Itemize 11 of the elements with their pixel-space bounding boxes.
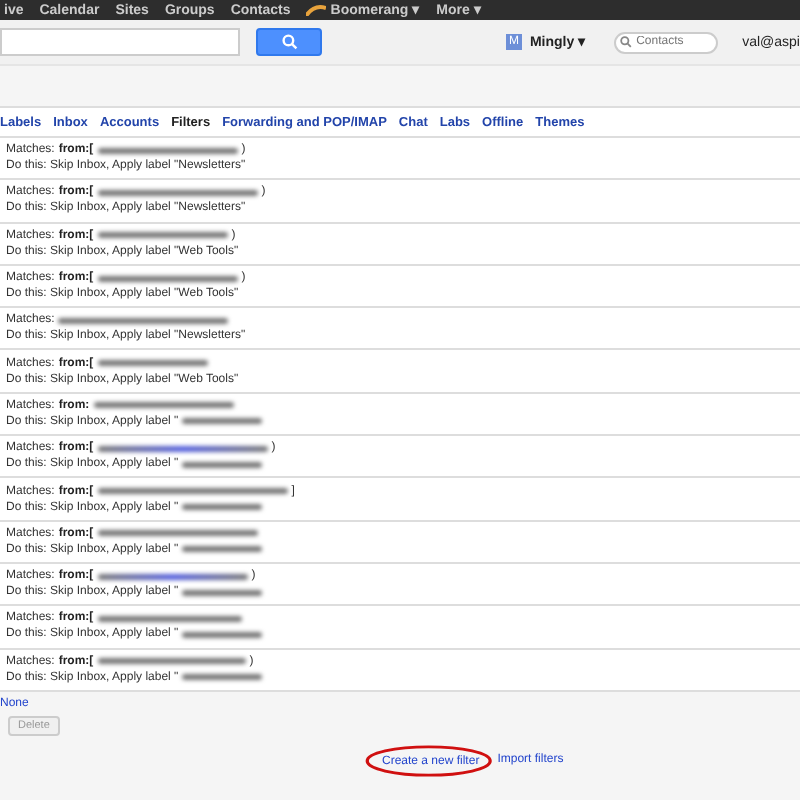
search-icon <box>281 34 297 50</box>
search-button[interactable] <box>256 28 322 56</box>
redaction-mark <box>93 402 234 409</box>
search-icon <box>620 36 633 48</box>
swoosh-icon <box>306 4 327 16</box>
redaction-mark <box>97 232 228 239</box>
annotation-circle <box>364 743 494 778</box>
redaction-mark <box>97 147 238 154</box>
redaction-mark <box>97 275 238 282</box>
search-field[interactable] <box>0 28 240 56</box>
redaction-mark <box>97 360 208 367</box>
